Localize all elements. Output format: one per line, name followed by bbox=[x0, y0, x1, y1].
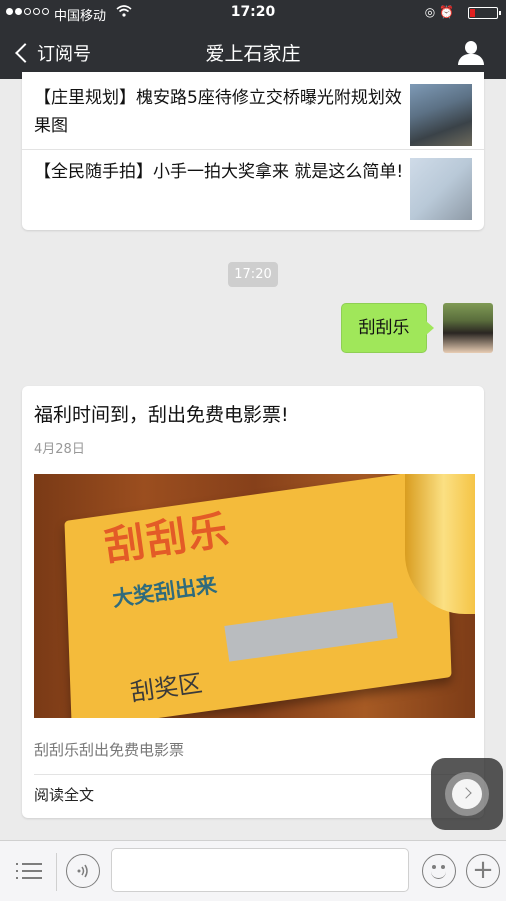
promo-date: 4月28日 bbox=[34, 442, 85, 457]
promo-caption: 刮刮乐刮出免费电影票 bbox=[34, 741, 185, 759]
assistive-touch-button[interactable] bbox=[431, 758, 503, 830]
sent-message-bubble[interactable]: 刮刮乐 bbox=[341, 303, 434, 353]
battery-level bbox=[470, 9, 475, 17]
article-thumbnail bbox=[410, 158, 472, 220]
promo-title: 福利时间到，刮出免费电影票! bbox=[34, 404, 289, 426]
read-more-link[interactable]: 阅读全文 bbox=[34, 784, 94, 805]
alarm-lock-icons: ◎ ⏰ bbox=[425, 5, 454, 19]
menu-icon[interactable] bbox=[16, 859, 42, 883]
voice-icon[interactable] bbox=[66, 854, 100, 888]
article-title: 【全民随手拍】小手一拍大奖拿来 就是这么简单! bbox=[34, 162, 404, 182]
article-thumbnail bbox=[410, 84, 472, 146]
promo-article-card[interactable]: 福利时间到，刮出免费电影票! 4月28日 刮刮乐 大奖刮出来 刮奖区 刮刮乐刮出… bbox=[22, 386, 484, 818]
divider bbox=[34, 774, 472, 775]
emoji-icon[interactable] bbox=[422, 854, 456, 888]
divider bbox=[56, 853, 57, 891]
alarm-icon: ⏰ bbox=[439, 5, 454, 19]
chat-timestamp: 17:20 bbox=[228, 262, 278, 287]
battery-icon bbox=[468, 7, 501, 19]
article-list-card: 【庄里规划】槐安路5座待修立交桥曝光附规划效果图 【全民随手拍】小手一拍大奖拿来… bbox=[22, 72, 484, 230]
page-title: 爱上石家庄 bbox=[205, 43, 301, 65]
message-input[interactable] bbox=[111, 848, 409, 892]
article-title: 【庄里规划】槐安路5座待修立交桥曝光附规划效果图 bbox=[34, 88, 402, 136]
plus-icon[interactable]: + bbox=[466, 854, 500, 888]
promo-image: 刮刮乐 大奖刮出来 刮奖区 bbox=[34, 474, 475, 718]
avatar[interactable] bbox=[443, 303, 493, 353]
person-icon[interactable] bbox=[458, 41, 484, 65]
input-bar: + bbox=[0, 840, 506, 901]
article-item[interactable]: 【全民随手拍】小手一拍大奖拿来 就是这么简单! bbox=[22, 149, 484, 223]
rotation-lock-icon: ◎ bbox=[424, 5, 436, 19]
article-item[interactable]: 【庄里规划】槐安路5座待修立交桥曝光附规划效果图 bbox=[22, 76, 484, 149]
status-bar: 中国移动 17:20 ◎ ⏰ bbox=[0, 0, 506, 26]
top-bar: 中国移动 17:20 ◎ ⏰ 订阅号 爱上石家庄 bbox=[0, 0, 506, 79]
chevron-right-icon bbox=[452, 779, 482, 809]
